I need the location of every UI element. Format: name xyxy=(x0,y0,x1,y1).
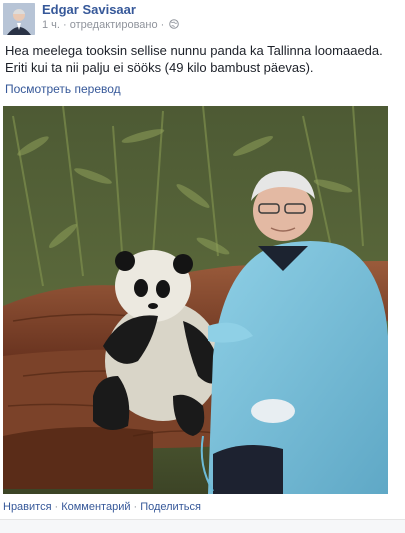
comment-link[interactable]: Комментарий xyxy=(61,501,130,513)
meta-separator: · xyxy=(63,19,67,31)
action-separator: · xyxy=(133,501,138,513)
meta-separator: · xyxy=(160,19,165,31)
post-meta: 1 ч. · отредактировано · xyxy=(42,19,180,32)
post-photo[interactable] xyxy=(3,106,388,494)
like-link[interactable]: Нравится xyxy=(3,501,52,513)
post-footer-bar xyxy=(0,519,405,533)
post-text: Hea meelega tooksin sellise nunnu panda … xyxy=(5,43,383,75)
author-name[interactable]: Edgar Savisaar xyxy=(42,2,136,17)
author-avatar[interactable] xyxy=(3,3,35,35)
globe-icon[interactable] xyxy=(169,19,180,32)
action-separator: · xyxy=(54,501,59,513)
edited-label[interactable]: отредактировано xyxy=(70,19,158,31)
post-time[interactable]: 1 ч. xyxy=(42,19,60,31)
see-translation-link[interactable]: Посмотреть перевод xyxy=(5,82,121,96)
facebook-post: Edgar Savisaar 1 ч. · отредактировано · … xyxy=(0,0,405,533)
post-actions: Нравится · Комментарий · Поделиться xyxy=(3,501,201,513)
share-link[interactable]: Поделиться xyxy=(140,501,201,513)
